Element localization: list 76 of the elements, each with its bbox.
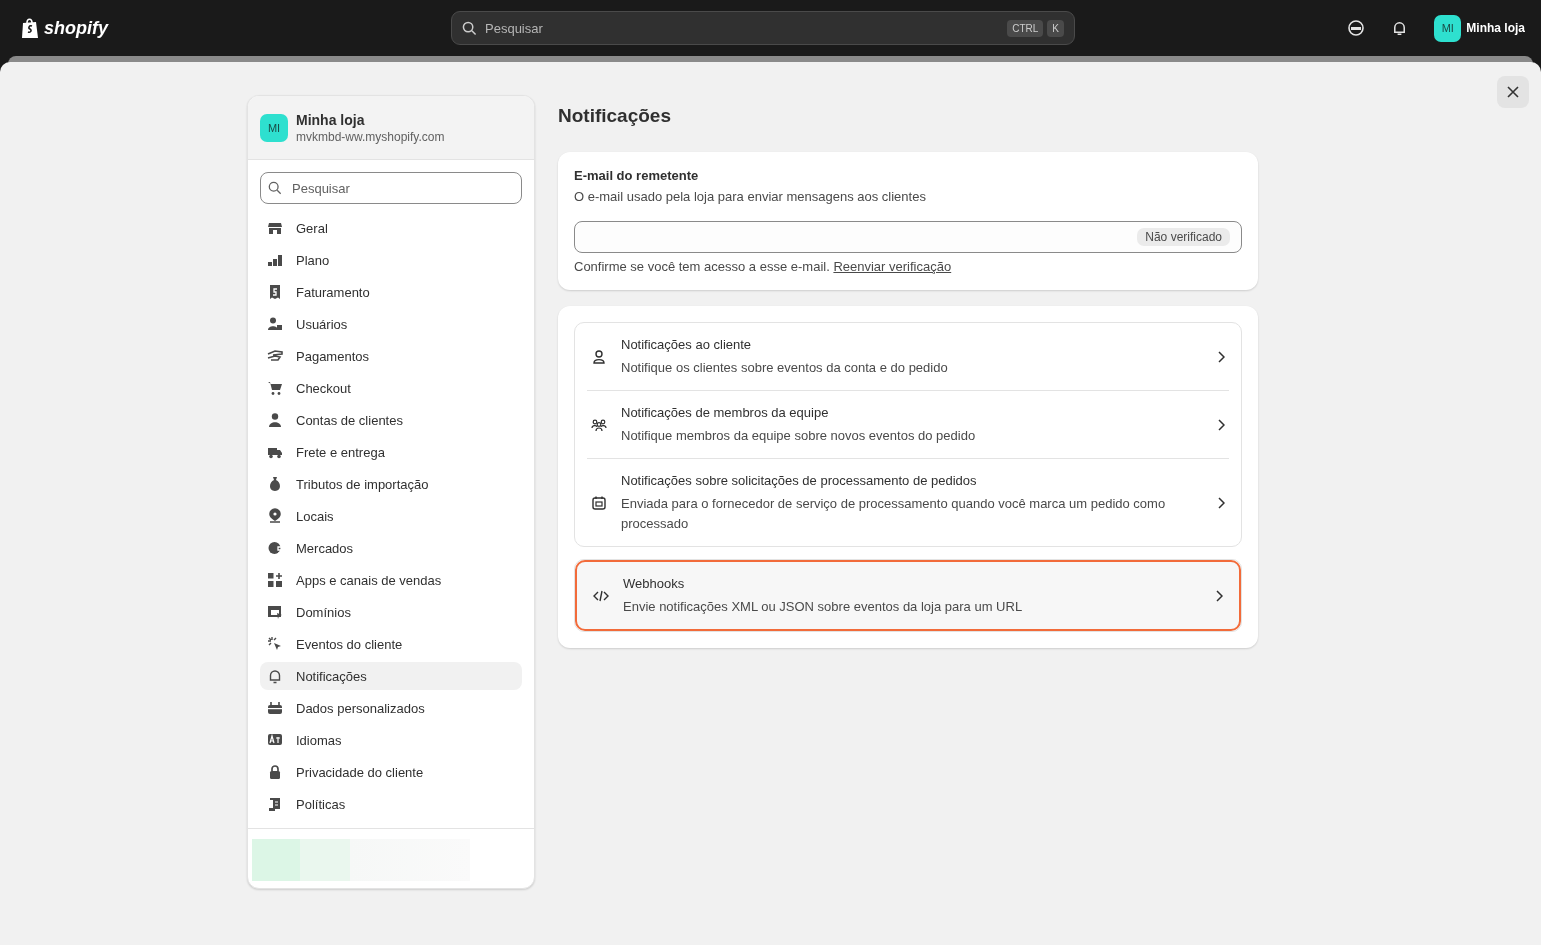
close-icon [1507,86,1519,98]
nav-item[interactable]: Contas de clientes [260,406,522,434]
row-description: Envie notificações XML ou JSON sobre eventos da loja para um URL [623,598,1024,616]
search-icon [268,181,282,195]
bell-icon [267,668,283,684]
database-icon [267,700,283,716]
store-name: Minha loja [296,111,366,128]
nav-item[interactable]: Políticas [260,790,522,818]
nav-item[interactable]: Checkout [260,374,522,402]
store-avatar: MI [260,113,288,142]
lock-icon [267,764,283,780]
chevron-right-icon [1217,350,1225,363]
receipt-icon [267,284,283,300]
nav-item[interactable]: Pagamentos [260,342,522,370]
nav-item[interactable]: Usuários [260,310,522,338]
search-field[interactable]: Pesquisar [260,172,522,204]
section-heading: E-mail do remetente [574,168,700,183]
status-badge: Não verificado [1137,228,1230,246]
store-domain: mvkmbd-ww.myshopify.com [296,129,445,144]
nav-item[interactable]: Eventos do cliente [260,630,522,658]
row-description: Notifique os clientes sobre eventos da conta e do pedido [621,359,949,377]
close-button[interactable] [1497,76,1529,108]
store-menu-button[interactable]: MI Minha loja [1434,14,1525,42]
section-description: O e-mail usado pela loja para enviar mensagens aos clientes [574,189,927,204]
nav-item[interactable]: Plano [260,246,522,274]
translate-icon [267,732,283,748]
row-description: Notifique membros da equipe sobre novos eventos do pedido [621,427,977,445]
verification-note: Confirme se você tem acesso a esse e-mail. [574,259,830,274]
keyboard-key: CTRL [1007,19,1044,37]
page-title: Notificações [558,105,672,127]
nav-item[interactable]: Dados personalizados [260,694,522,722]
chevron-right-icon [1217,496,1225,509]
resend-link[interactable]: Reenviar verificação [833,259,952,274]
apps-icon [267,572,283,588]
browser-icon [267,604,283,620]
nav-item[interactable]: Notificações [260,662,522,690]
cursor-click-icon [267,636,283,652]
chevron-right-icon [1217,418,1225,431]
nav-item[interactable]: Domínios [260,598,522,626]
nav-item[interactable]: Privacidade do cliente [260,758,522,786]
person-icon [267,412,283,428]
search-field[interactable]: Pesquisar CTRL K [451,11,1075,45]
settings-row[interactable]: Webhooks Envie notificações XML ou JSON sobre eventos da loja para um URL [575,560,1241,631]
nav-item[interactable]: Mercados [260,534,522,562]
row-title: Notificações sobre solicitações de processamento de pedidos [621,472,978,490]
users-icon [267,316,283,332]
chevron-right-icon [1215,589,1223,602]
nav-item[interactable]: Tributos de importação [260,470,522,498]
location-pin-icon [267,508,283,524]
settings-row[interactable]: Notificações ao cliente Notifique os clientes sobre eventos da conta e do pedido [587,323,1229,390]
row-title: Webhooks [623,575,686,593]
logo-text[interactable]: shopify [44,17,108,39]
row-description: Enviada para o fornecedor de serviço de processamento quando você marca um pedido como processado [621,495,1167,533]
row-title: Notificações de membros da equipe [621,404,830,422]
shopping-bag-icon [20,17,40,39]
search-input: Pesquisar [483,19,1002,37]
cart-icon [267,380,283,396]
row-title: Notificações ao cliente [621,336,753,354]
bar-chart-icon [267,252,283,268]
search-icon [462,20,477,36]
nav-item[interactable]: Idiomas [260,726,522,754]
nav-item[interactable]: Geral [260,214,522,242]
email-field[interactable]: Não verificado [574,221,1242,253]
settings-row[interactable]: Notificações de membros da equipe Notifique membros da equipe sobre novos eventos do pedido [587,390,1229,458]
store-icon [267,220,283,236]
nav-item[interactable]: Locais [260,502,522,530]
settings-row[interactable]: Notificações sobre solicitações de processamento de pedidos Enviada para o fornecedor de serviço de processamento quando você marca um pedido como processado [587,458,1229,546]
scroll-icon [267,796,283,812]
nav-item[interactable]: Faturamento [260,278,522,306]
money-bag-icon [267,476,283,492]
store-avatar: MI [1434,14,1462,42]
calendar-icon [591,494,607,511]
nav-item[interactable]: Apps e canais de vendas [260,566,522,594]
keyboard-key: K [1047,19,1064,37]
nav-item[interactable]: Frete e entrega [260,438,522,466]
person-icon [591,348,607,365]
